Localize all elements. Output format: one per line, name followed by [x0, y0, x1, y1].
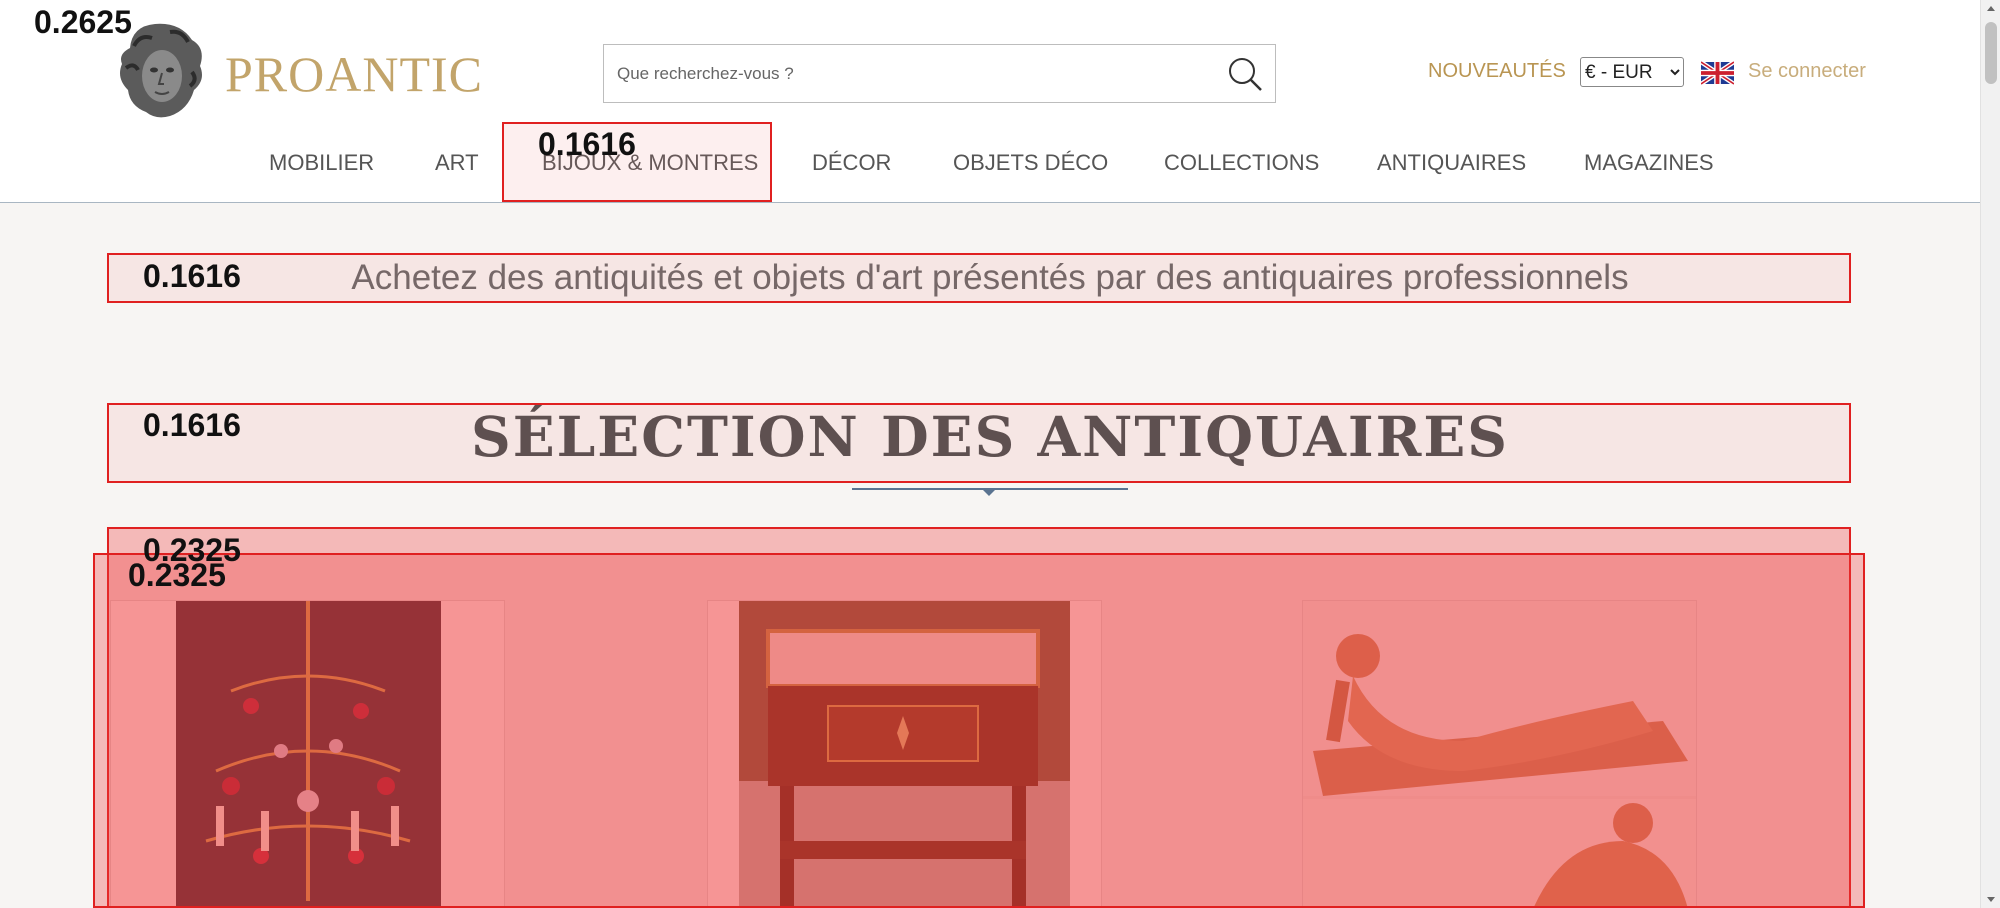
overlay-score-tagline: 0.1616 — [143, 258, 241, 294]
product-card-side-table[interactable] — [707, 600, 1102, 908]
search-input[interactable] — [604, 45, 1204, 102]
scroll-down-arrow-icon[interactable] — [1987, 897, 1995, 902]
scrollbar-thumb[interactable] — [1985, 22, 1997, 84]
terracotta-image[interactable] — [1303, 601, 1697, 908]
currency-select[interactable]: € - EUR — [1580, 57, 1684, 87]
nav-item-objets-deco[interactable]: OBJETS DÉCO — [953, 150, 1108, 176]
title-divider-arrow — [983, 490, 995, 496]
product-card-terracotta[interactable] — [1302, 600, 1697, 908]
scroll-up-arrow-icon[interactable] — [1987, 6, 1995, 11]
brand-name[interactable]: PROANTIC — [225, 45, 483, 103]
nav-item-decor[interactable]: DÉCOR — [812, 150, 891, 176]
overlay-score-nav: 0.1616 — [538, 126, 636, 162]
site-header: PROANTIC NOUVEAUTÉS € - EUR Se connecter… — [0, 0, 1980, 203]
section-title: SÉLECTION DES ANTIQUAIRES — [470, 404, 1509, 469]
overlay-score-title: 0.1616 — [143, 407, 241, 443]
uk-flag-icon[interactable] — [1701, 61, 1734, 85]
nav-item-mobilier[interactable]: MOBILIER — [269, 150, 374, 176]
nav-item-magazines[interactable]: MAGAZINES — [1584, 150, 1714, 176]
news-link[interactable]: NOUVEAUTÉS — [1428, 60, 1566, 83]
product-card-chandelier[interactable] — [110, 600, 505, 908]
nav-item-art[interactable]: ART — [435, 150, 479, 176]
overlay-score-cards-inner: 0.2325 — [128, 557, 226, 593]
chandelier-image[interactable] — [111, 601, 505, 908]
nav-item-antiquaires[interactable]: ANTIQUAIRES — [1377, 150, 1526, 176]
search-icon[interactable] — [1225, 54, 1265, 94]
login-link[interactable]: Se connecter — [1748, 60, 1866, 83]
page-tagline: Achetez des antiquités et objets d'art p… — [351, 258, 1629, 297]
main-nav: MOBILIER ART BIJOUX & MONTRES DÉCOR OBJE… — [0, 150, 1980, 180]
overlay-score-logo: 0.2625 — [34, 4, 132, 40]
nav-item-collections[interactable]: COLLECTIONS — [1164, 150, 1319, 176]
search-box[interactable] — [603, 44, 1276, 103]
side-table-image[interactable] — [708, 601, 1102, 908]
vertical-scrollbar[interactable] — [1980, 0, 2000, 908]
